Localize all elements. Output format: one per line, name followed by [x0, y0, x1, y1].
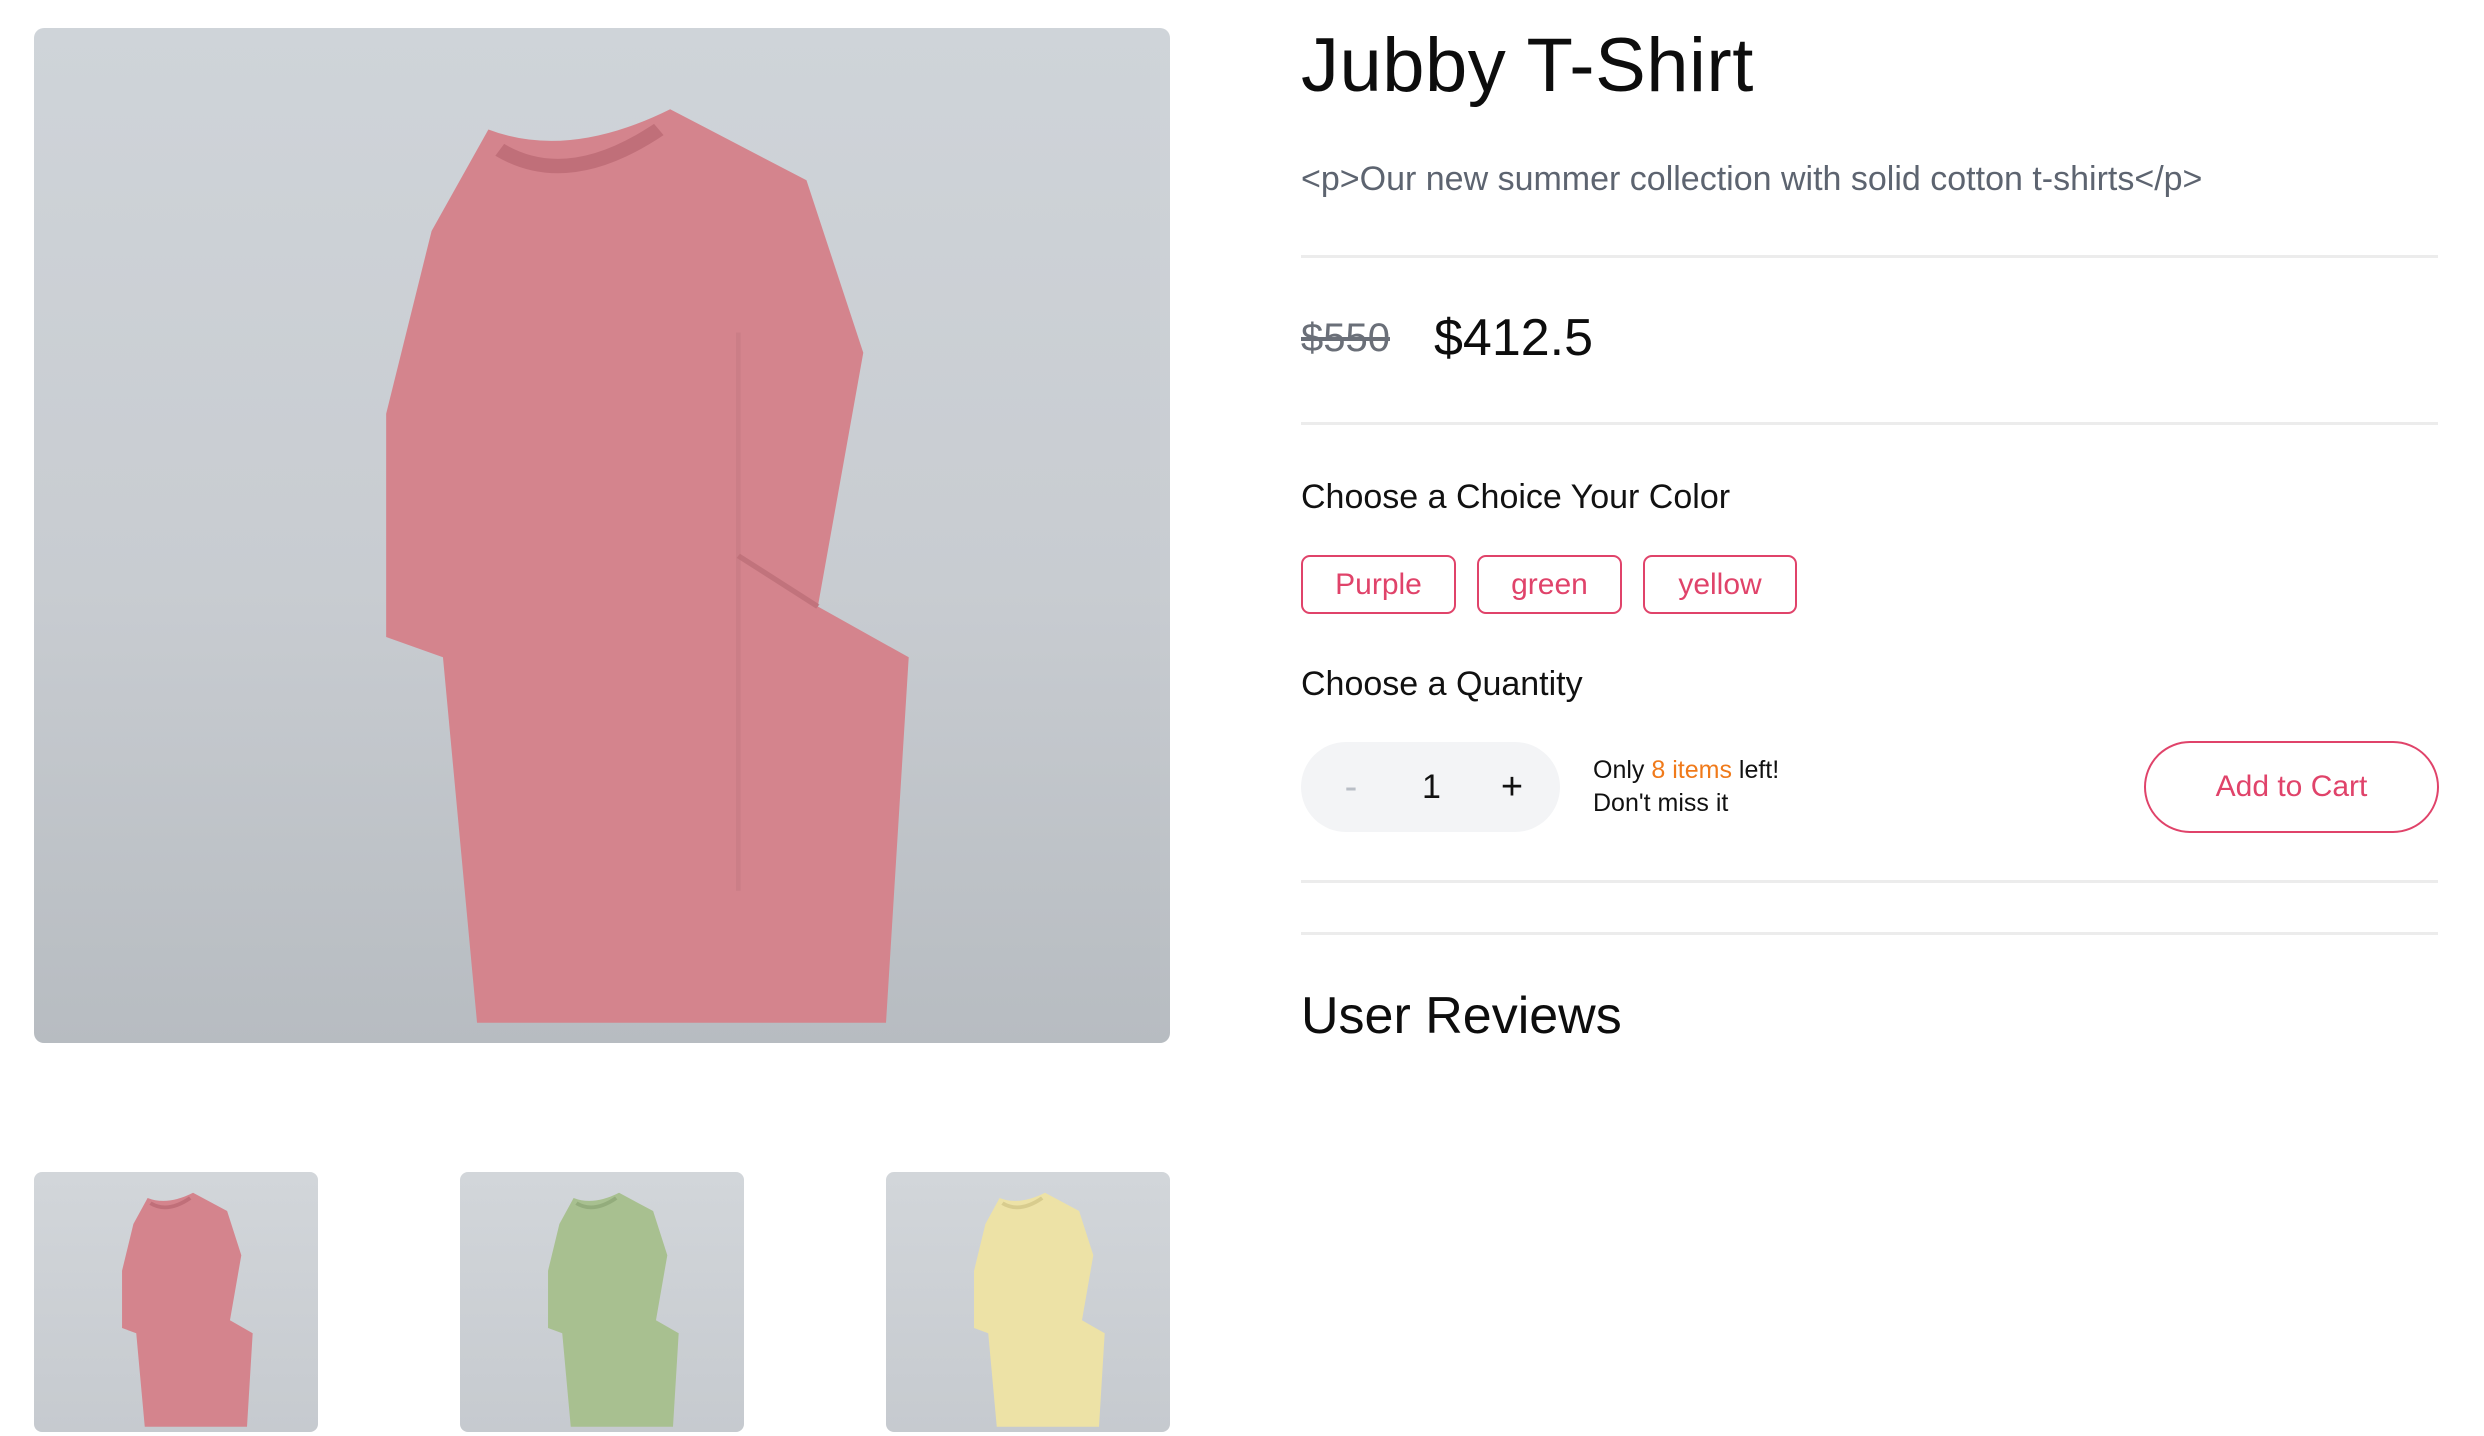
- add-to-cart-button[interactable]: Add to Cart: [2144, 741, 2439, 833]
- color-option-green[interactable]: green: [1477, 555, 1622, 614]
- quantity-section-label: Choose a Quantity: [1301, 665, 1583, 703]
- thumbnail-yellow[interactable]: [886, 1172, 1170, 1432]
- color-option-yellow[interactable]: yellow: [1643, 555, 1797, 614]
- divider: [1301, 880, 2438, 883]
- increase-quantity-button[interactable]: +: [1492, 766, 1532, 809]
- reviews-title: User Reviews: [1301, 987, 1622, 1045]
- current-price: $412.5: [1434, 309, 1594, 367]
- stock-note: Only 8 items left! Don't miss it: [1593, 754, 1779, 820]
- main-product-image: [34, 28, 1170, 1043]
- quantity-value: 1: [1422, 767, 1441, 806]
- stock-prefix: Only: [1593, 756, 1652, 784]
- tshirt-yellow-thumb: [974, 1192, 1105, 1427]
- stock-line-2: Don't miss it: [1593, 789, 1729, 817]
- decrease-quantity-button[interactable]: -: [1331, 766, 1371, 809]
- divider: [1301, 932, 2438, 935]
- color-section-label: Choose a Choice Your Color: [1301, 478, 1731, 516]
- color-option-purple[interactable]: Purple: [1301, 555, 1456, 614]
- tshirt-illustration: [386, 109, 909, 1023]
- product-title: Jubby T-Shirt: [1301, 23, 1754, 108]
- tshirt-pink-thumb: [122, 1192, 253, 1427]
- original-price: $550: [1301, 316, 1390, 360]
- tshirt-green-thumb: [548, 1192, 679, 1427]
- stock-line-1: Only 8 items left!: [1593, 754, 1779, 787]
- thumbnail-pink[interactable]: [34, 1172, 318, 1432]
- divider: [1301, 422, 2438, 425]
- quantity-stepper: - 1 +: [1301, 742, 1560, 832]
- stock-count: 8 items: [1651, 756, 1732, 784]
- thumbnail-green[interactable]: [460, 1172, 744, 1432]
- stock-suffix: left!: [1731, 756, 1780, 784]
- divider: [1301, 255, 2438, 258]
- product-description: <p>Our new summer collection with solid …: [1301, 160, 2203, 198]
